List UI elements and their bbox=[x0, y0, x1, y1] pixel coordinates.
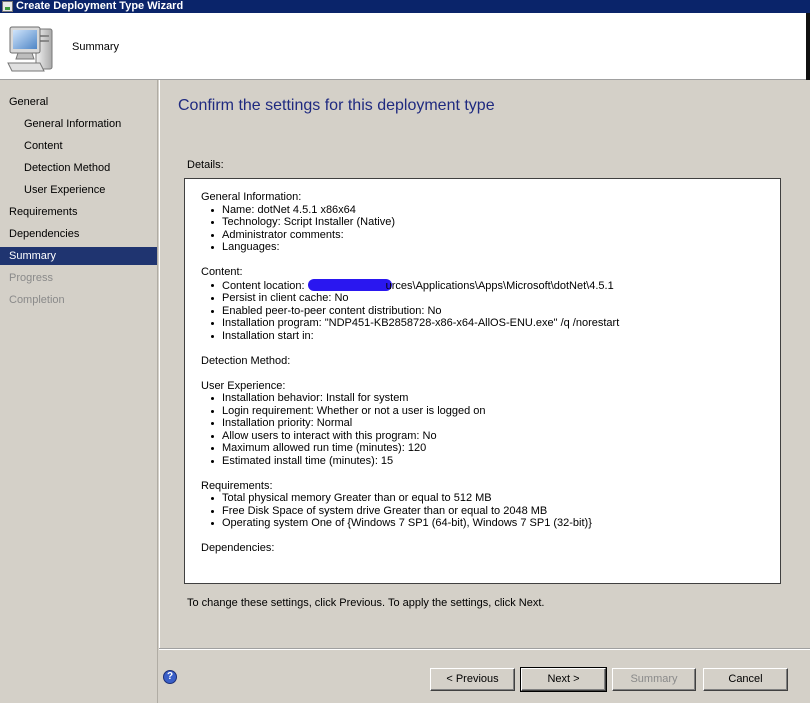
detail-item: Persist in client cache: No bbox=[207, 292, 780, 305]
section-title: Dependencies: bbox=[201, 542, 275, 554]
section-user-experience: User Experience: Installation behavior: … bbox=[201, 380, 780, 468]
nav-step-progress: Progress bbox=[9, 272, 54, 284]
content-location-label: Content location: bbox=[222, 279, 308, 292]
detail-item: Technology: Script Installer (Native) bbox=[207, 216, 780, 229]
section-dependencies: Dependencies: bbox=[201, 542, 780, 555]
detail-item: Maximum allowed run time (minutes): 120 bbox=[207, 442, 780, 455]
details-textbox[interactable]: General Information: Name: dotNet 4.5.1 … bbox=[184, 178, 781, 584]
detail-item: Installation behavior: Install for syste… bbox=[207, 392, 780, 405]
title-bar[interactable]: Create Deployment Type Wizard bbox=[0, 0, 810, 13]
help-icon[interactable]: ? bbox=[163, 670, 177, 684]
section-detection-method: Detection Method: bbox=[201, 355, 780, 368]
nav-step-summary[interactable]: Summary bbox=[0, 247, 157, 265]
detail-item: Total physical memory Greater than or eq… bbox=[207, 492, 780, 505]
nav-step-general-information[interactable]: General Information bbox=[24, 115, 121, 133]
detail-item: Installation priority: Normal bbox=[207, 417, 780, 430]
header-edge bbox=[806, 13, 810, 80]
section-title: General Information: bbox=[201, 191, 302, 203]
previous-button[interactable]: < Previous bbox=[430, 668, 515, 691]
detail-item: Allow users to interact with this progra… bbox=[207, 430, 780, 443]
content-location-path: urces\Applications\Apps\Microsoft\dotNet… bbox=[385, 279, 614, 292]
detail-item: Free Disk Space of system drive Greater … bbox=[207, 505, 780, 518]
detail-item: Name: dotNet 4.5.1 x86x64 bbox=[207, 204, 780, 217]
nav-step-completion: Completion bbox=[9, 294, 65, 306]
section-content: Content: Content location: urces\Applica… bbox=[201, 266, 780, 342]
detail-item-content-location: Content location: urces\Applications\App… bbox=[207, 278, 780, 293]
nav-step-requirements[interactable]: Requirements bbox=[9, 203, 77, 221]
details-label: Details: bbox=[187, 159, 224, 171]
wizard-app-icon bbox=[2, 1, 13, 12]
detail-item: Installation program: "NDP451-KB2858728-… bbox=[207, 317, 780, 330]
detail-item: Administrator comments: bbox=[207, 229, 780, 242]
redaction-mark bbox=[307, 278, 392, 291]
detail-item: Languages: bbox=[207, 241, 780, 254]
detail-item: Estimated install time (minutes): 15 bbox=[207, 455, 780, 468]
section-title: Content: bbox=[201, 266, 243, 278]
section-title: Detection Method: bbox=[201, 354, 291, 367]
wizard-button-bar: ? < Previous Next > Summary Cancel bbox=[159, 648, 810, 703]
detail-item: Enabled peer-to-peer content distributio… bbox=[207, 305, 780, 318]
wizard-main-panel: Confirm the settings for this deployment… bbox=[159, 80, 810, 648]
detail-item: Installation start in: bbox=[207, 330, 780, 343]
nav-step-user-experience[interactable]: User Experience bbox=[24, 181, 105, 199]
computer-icon bbox=[7, 26, 53, 72]
wizard-header: Summary bbox=[0, 13, 810, 80]
summary-button: Summary bbox=[612, 668, 696, 691]
cancel-button[interactable]: Cancel bbox=[703, 668, 788, 691]
section-title: User Experience: bbox=[201, 379, 286, 392]
section-general-information: General Information: Name: dotNet 4.5.1 … bbox=[201, 191, 780, 254]
nav-step-content[interactable]: Content bbox=[24, 137, 63, 155]
window-title: Create Deployment Type Wizard bbox=[16, 0, 184, 12]
nav-step-general[interactable]: General bbox=[9, 93, 48, 111]
page-title: Confirm the settings for this deployment… bbox=[178, 97, 495, 114]
wizard-steps-nav: General General Information Content Dete… bbox=[0, 80, 158, 703]
detail-item: Login requirement: Whether or not a user… bbox=[207, 405, 780, 418]
header-page-title: Summary bbox=[72, 41, 120, 53]
section-title: Requirements: bbox=[201, 479, 273, 492]
detail-item: Operating system One of {Windows 7 SP1 (… bbox=[207, 517, 780, 530]
nav-step-detection-method[interactable]: Detection Method bbox=[24, 159, 110, 177]
nav-step-dependencies[interactable]: Dependencies bbox=[9, 225, 79, 243]
instruction-text: To change these settings, click Previous… bbox=[187, 597, 545, 609]
next-button[interactable]: Next > bbox=[520, 667, 607, 692]
section-requirements: Requirements: Total physical memory Grea… bbox=[201, 480, 780, 530]
